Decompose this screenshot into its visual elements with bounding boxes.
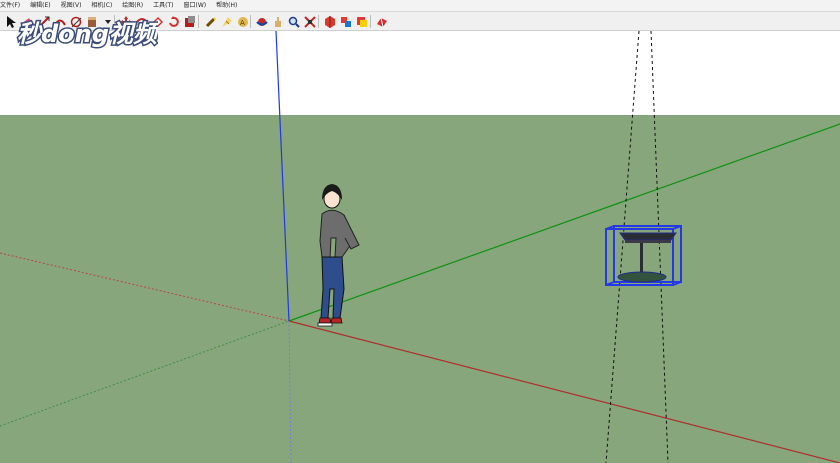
rectangle-icon <box>70 16 81 27</box>
layers-icon <box>356 16 367 27</box>
line-tool-button[interactable] <box>36 14 51 29</box>
follow-me-tool-button[interactable] <box>166 14 181 29</box>
toolbar-separator <box>370 15 371 28</box>
paint-bucket-tool-button[interactable] <box>203 14 218 29</box>
main-toolbar: A <box>0 12 840 31</box>
svg-text:A: A <box>240 19 245 27</box>
offset-tool-button[interactable] <box>150 14 165 29</box>
zoom-tool-button[interactable] <box>286 14 301 29</box>
chevron-down-icon <box>104 19 111 24</box>
menu-bar: 文件(F) 编辑(E) 视图(V) 相机(C) 绘图(R) 工具(T) 窗口(W… <box>0 0 840 12</box>
text-icon: A <box>237 16 248 27</box>
components-button[interactable] <box>322 14 337 29</box>
modeling-viewport[interactable] <box>0 31 840 463</box>
orbit-icon <box>255 17 268 26</box>
toolbar-separator <box>318 15 319 28</box>
zoom-extents-icon <box>303 15 316 28</box>
sketchup-window: 文件(F) 编辑(E) 视图(V) 相机(C) 绘图(R) 工具(T) 窗口(W… <box>0 0 840 463</box>
push-pull-icon <box>87 16 96 27</box>
orbit-tool-button[interactable] <box>254 14 269 29</box>
move-tool-button[interactable] <box>118 14 133 29</box>
push-pull-tool-button[interactable] <box>84 14 99 29</box>
tape-measure-tool-button[interactable] <box>219 14 234 29</box>
warehouse-icon <box>376 17 387 27</box>
rectangle-tool-button[interactable] <box>68 14 83 29</box>
eraser-icon <box>21 17 32 29</box>
styles-button[interactable] <box>338 14 353 29</box>
select-icon <box>6 15 16 28</box>
select-tool-button[interactable] <box>3 14 18 29</box>
zoom-extents-tool-button[interactable] <box>302 14 317 29</box>
text-tool-button[interactable]: A <box>235 14 250 29</box>
toolbar-separator <box>198 15 199 28</box>
menu-file[interactable]: 文件(F) <box>0 0 22 12</box>
pan-icon <box>274 16 281 27</box>
menu-help[interactable]: 帮助(H) <box>216 0 239 12</box>
scene-svg <box>0 31 840 463</box>
move-icon <box>119 15 132 28</box>
rotate-tool-button[interactable] <box>134 14 149 29</box>
menu-window[interactable]: 窗口(W) <box>184 0 209 12</box>
ground-plane <box>0 115 840 463</box>
scale-icon <box>184 15 195 27</box>
warehouse-button[interactable] <box>374 14 389 29</box>
line-icon <box>37 15 50 28</box>
toolbar-separator <box>114 15 115 28</box>
scale-tool-button[interactable] <box>182 14 197 29</box>
tape-measure-icon <box>221 16 232 27</box>
menu-tools[interactable]: 工具(T) <box>153 0 175 12</box>
paint-bucket-icon <box>205 16 216 27</box>
follow-me-icon <box>168 15 179 27</box>
layers-button[interactable] <box>354 14 369 29</box>
toolbar-separator <box>250 15 251 28</box>
menu-draw[interactable]: 绘图(R) <box>122 0 145 12</box>
offset-icon <box>152 16 163 27</box>
components-icon <box>324 15 335 28</box>
arc-tool-button[interactable] <box>52 14 67 29</box>
styles-icon <box>340 16 351 27</box>
menu-edit[interactable]: 编辑(E) <box>30 0 52 12</box>
menu-camera[interactable]: 相机(C) <box>91 0 114 12</box>
eraser-tool-button[interactable] <box>19 14 34 29</box>
menu-view[interactable]: 视图(V) <box>61 0 84 12</box>
zoom-icon <box>288 16 300 28</box>
toolbar-dropdown[interactable] <box>100 14 115 29</box>
arc-icon <box>53 19 66 26</box>
pan-tool-button[interactable] <box>270 14 285 29</box>
rotate-icon <box>135 17 148 27</box>
